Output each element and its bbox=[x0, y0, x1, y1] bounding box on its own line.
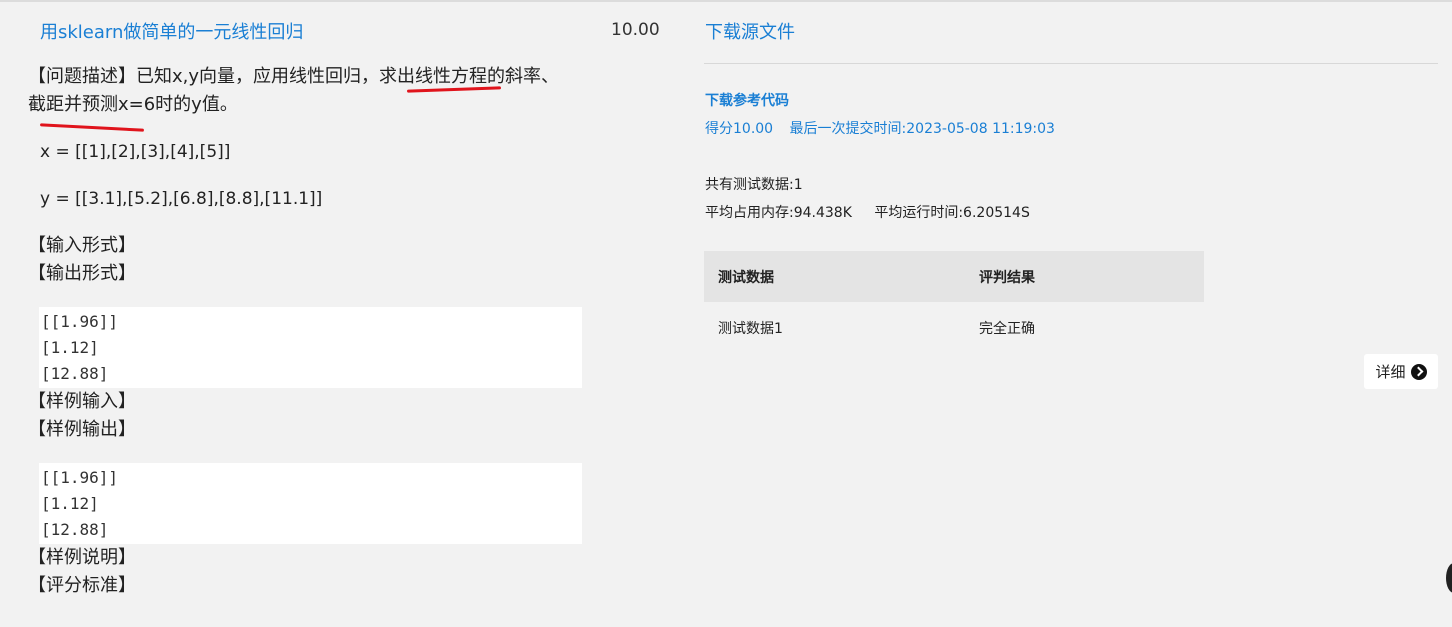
last-submit-time: 最后一次提交时间:2023-05-08 11:19:03 bbox=[789, 121, 1055, 137]
download-reference-link[interactable]: 下载参考代码 bbox=[705, 90, 789, 110]
code-line: [[1.96]] bbox=[41, 312, 119, 331]
result-cell: 完全正确 bbox=[979, 320, 1035, 337]
chevron-right-circle-icon bbox=[1410, 363, 1427, 380]
floating-widget-edge[interactable] bbox=[1446, 563, 1452, 593]
code-line: [1.12] bbox=[41, 494, 99, 513]
test-result-table: 测试数据 评判结果 测试数据1 完全正确 bbox=[704, 251, 1204, 353]
sample-input-label: 【样例输入】 bbox=[28, 391, 136, 412]
detail-button-label: 详细 bbox=[1375, 363, 1406, 381]
sample-output-code-block: [[1.96]] [1.12] [12.88] bbox=[39, 463, 582, 544]
test-count: 共有测试数据:1 bbox=[705, 177, 803, 193]
column-header-result: 评判结果 bbox=[965, 251, 1204, 302]
code-line: [12.88] bbox=[41, 364, 109, 383]
avg-memory: 平均占用内存:94.438K bbox=[705, 205, 852, 221]
test-data-cell: 测试数据1 bbox=[718, 320, 783, 337]
sample-output-label: 【样例输出】 bbox=[28, 419, 136, 440]
red-annotation-mark bbox=[39, 123, 145, 132]
column-header-test-data: 测试数据 bbox=[704, 251, 965, 302]
output-code-block: [[1.96]] [1.12] [12.88] bbox=[39, 307, 582, 388]
sample-explain-label: 【样例说明】 bbox=[28, 547, 136, 568]
table-row: 测试数据1 完全正确 bbox=[704, 302, 1204, 353]
resource-stats: 平均占用内存:94.438K 平均运行时间:6.20514S bbox=[705, 202, 1030, 222]
code-line: [[1.96]] bbox=[41, 468, 119, 487]
download-source-link[interactable]: 下载源文件 bbox=[705, 18, 795, 44]
x-vector-text: x = [[1],[2],[3],[4],[5]] bbox=[40, 142, 231, 162]
divider bbox=[704, 63, 1438, 64]
table-header-row: 测试数据 评判结果 bbox=[704, 251, 1204, 302]
problem-score: 10.00 bbox=[611, 20, 660, 40]
input-format-label: 【输入形式】 bbox=[28, 235, 136, 256]
code-line: [12.88] bbox=[41, 520, 109, 539]
description-text-1: 【问题描述】已知x,y向量，应用线性回归， bbox=[28, 66, 380, 87]
y-vector-text: y = [[3.1],[5.2],[6.8],[8.8],[11.1]] bbox=[40, 189, 323, 209]
problem-description: 【问题描述】已知x,y向量，应用线性回归，求出线性方程的斜率、截距并预测x=6时… bbox=[28, 63, 568, 119]
code-line: [1.12] bbox=[41, 338, 99, 357]
output-format-label: 【输出形式】 bbox=[28, 263, 136, 284]
problem-title-link[interactable]: 用sklearn做简单的一元线性回归 bbox=[40, 18, 303, 44]
detail-button[interactable]: 详细 bbox=[1364, 354, 1438, 389]
avg-runtime: 平均运行时间:6.20514S bbox=[874, 205, 1030, 221]
description-underlined-text: 求出线性方程 bbox=[379, 66, 488, 87]
top-border bbox=[0, 0, 1452, 2]
scoring-label: 【评分标准】 bbox=[28, 575, 136, 596]
score-text: 得分10.00 bbox=[705, 121, 774, 137]
score-summary: 得分10.00 最后一次提交时间:2023-05-08 11:19:03 bbox=[705, 118, 1055, 138]
